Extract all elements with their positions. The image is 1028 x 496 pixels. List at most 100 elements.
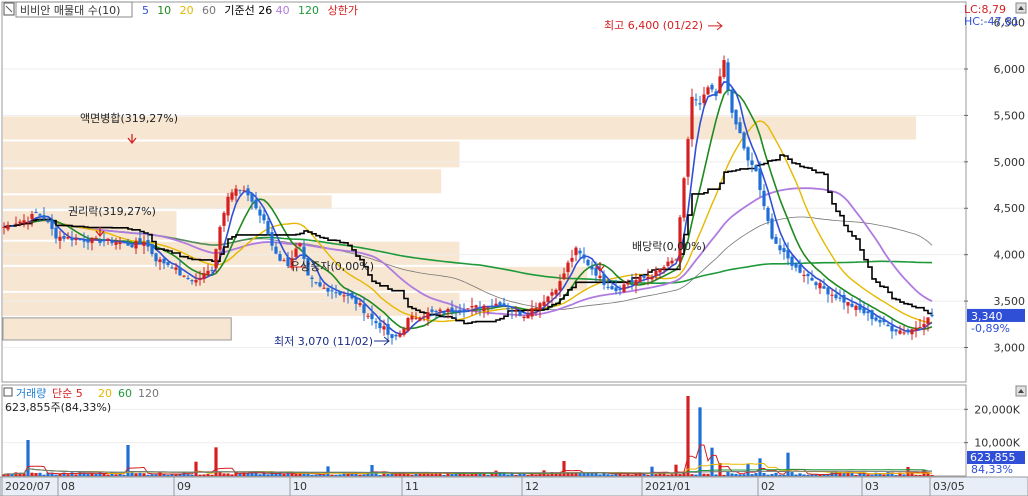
price-pane-collapse-icon[interactable] <box>1015 2 1027 14</box>
volume-bar <box>470 473 474 476</box>
candle-body <box>158 259 162 263</box>
candle-body <box>366 315 370 317</box>
date-label: 2021/01 <box>645 480 691 493</box>
price-pane[interactable] <box>1 1 967 383</box>
price-tick-label: 5,000 <box>994 156 1026 169</box>
candle-body <box>758 168 762 190</box>
candle-body <box>154 253 158 262</box>
volume-bar <box>266 474 270 476</box>
candle-body <box>742 132 746 149</box>
candle-body <box>258 209 262 216</box>
price-tick-label: 3,000 <box>994 342 1026 355</box>
volume-bar <box>442 474 446 476</box>
candle-body <box>310 277 314 279</box>
volume-legend-item: 60 <box>118 387 132 400</box>
volume-bar <box>930 474 934 476</box>
price-volume-chart[interactable]: 3,0003,5004,0004,5005,0005,5006,0006,500… <box>0 0 1028 496</box>
candle-body <box>250 193 254 202</box>
candle-body <box>918 326 922 328</box>
volume-bar <box>514 474 518 476</box>
candle-body <box>358 303 362 305</box>
candle-body <box>370 313 374 320</box>
candle-body <box>770 218 774 239</box>
volume-bar <box>870 474 874 476</box>
volume-profile-band <box>3 141 460 168</box>
volume-bar <box>866 474 870 476</box>
date-label: 10 <box>293 480 307 493</box>
candle-body <box>138 238 142 243</box>
candle-body <box>854 305 858 310</box>
candle-body <box>394 334 398 337</box>
high-annotation: 최고 6,400 (01/22) <box>604 19 703 32</box>
candle-body <box>642 274 646 278</box>
candle-body <box>438 309 442 312</box>
candle-body <box>122 242 126 244</box>
volume-bar <box>782 474 786 476</box>
candle-body <box>222 212 226 226</box>
candle-body <box>422 316 426 318</box>
candle-body <box>470 305 474 308</box>
legend-item: 10 <box>157 4 171 17</box>
candle-body <box>102 239 106 242</box>
volume-bar <box>622 474 626 476</box>
volume-bar <box>742 474 746 476</box>
candle-body <box>378 322 382 329</box>
candle-body <box>194 280 198 283</box>
candle-body <box>14 223 18 225</box>
candle-body <box>706 87 710 95</box>
candle-body <box>658 269 662 273</box>
candle-body <box>530 308 534 317</box>
volume-bar <box>362 474 366 476</box>
volume-bar <box>650 466 654 476</box>
candle-body <box>58 236 62 241</box>
candle-body <box>602 273 606 285</box>
volume-legend-checkbox[interactable] <box>3 387 13 397</box>
candle-body <box>386 324 390 335</box>
candle-body <box>78 239 82 241</box>
volume-bar <box>314 474 318 476</box>
candle-body <box>610 286 614 290</box>
candle-body <box>546 296 550 303</box>
volume-bar <box>562 461 566 476</box>
candle-body <box>50 219 54 230</box>
candle-body <box>66 236 70 239</box>
volume-bar <box>290 473 294 476</box>
volume-bar <box>778 474 782 476</box>
price-tick-label: 3,500 <box>994 295 1026 308</box>
volume-bar <box>302 473 306 476</box>
volume-bar <box>94 473 98 476</box>
candle-body <box>338 291 342 295</box>
candle-body <box>586 259 590 266</box>
candle-body <box>474 305 478 308</box>
volume-bar <box>750 474 754 476</box>
candle-body <box>266 221 270 235</box>
candle-body <box>270 232 274 246</box>
date-label: 02 <box>761 480 775 493</box>
volume-bar <box>86 473 90 476</box>
candle-body <box>490 305 494 307</box>
legend-item: 20 <box>180 4 194 17</box>
volume-bar <box>450 473 454 476</box>
candle-body <box>774 236 778 244</box>
candle-body <box>302 246 306 260</box>
candle-body <box>702 94 706 104</box>
candle-body <box>206 270 210 275</box>
volume-profile-band <box>3 169 442 194</box>
legend-item: 40 <box>276 4 290 17</box>
volume-bar <box>806 474 810 476</box>
volume-bar <box>694 474 698 476</box>
volume-bar <box>858 473 862 476</box>
candle-body <box>178 267 182 276</box>
candle-body <box>810 277 814 281</box>
candle-body <box>86 238 90 243</box>
volume-bar <box>786 452 790 476</box>
candle-body <box>842 294 846 303</box>
event-annotation: 권리락(319,27%) <box>68 205 156 218</box>
candle-body <box>214 249 218 269</box>
candle-body <box>342 295 346 297</box>
volume-bar <box>790 472 794 476</box>
low-annotation: 최저 3,070 (11/02) <box>274 335 373 348</box>
volume-pane-collapse-icon[interactable] <box>1015 385 1027 397</box>
candle-body <box>846 302 850 306</box>
candle-body <box>638 276 642 283</box>
